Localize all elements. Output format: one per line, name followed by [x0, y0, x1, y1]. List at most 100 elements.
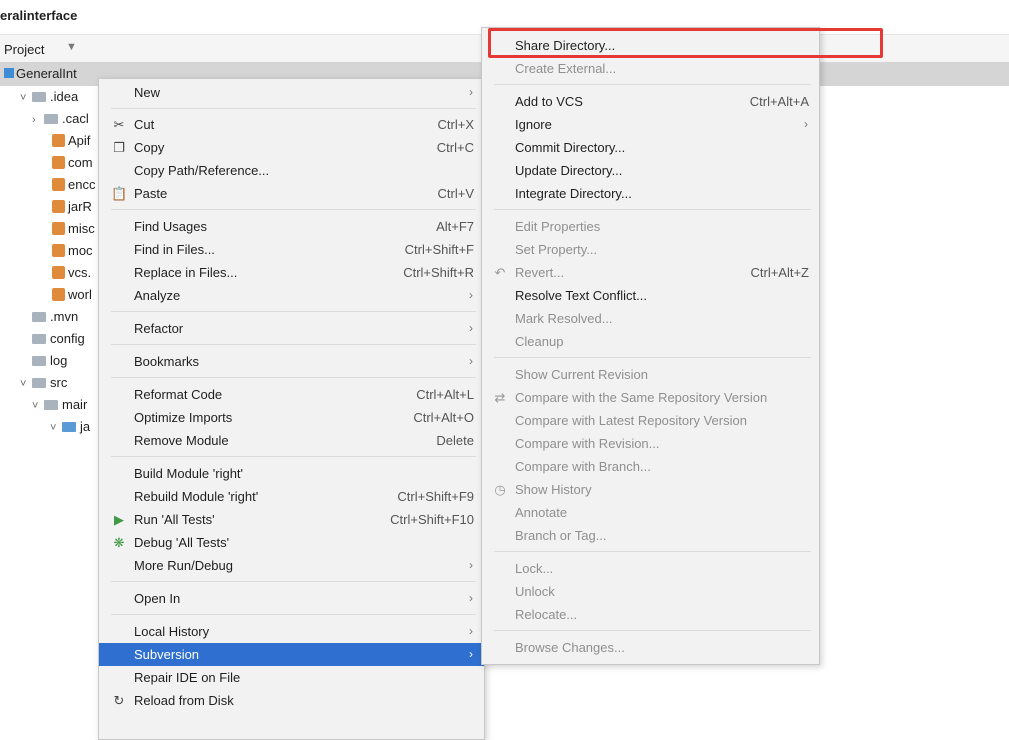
menu-item-label: Local History: [134, 624, 210, 639]
menu-separator: [494, 551, 811, 552]
menu-item-branch-or-tag[interactable]: Branch or Tag...: [482, 524, 819, 547]
menu-item-label: Debug 'All Tests': [134, 535, 230, 550]
menu-item-label: Browse Changes...: [515, 640, 625, 655]
menu-item-resolve-text-conflict[interactable]: Resolve Text Conflict...: [482, 284, 819, 307]
menu-item-add-to-vcs[interactable]: Add to VCS Ctrl+Alt+A: [482, 90, 819, 113]
menu-item-optimize-imports[interactable]: Optimize Imports Ctrl+Alt+O: [99, 406, 484, 429]
tree-item[interactable]: Apif: [52, 130, 90, 152]
menu-item-reformat-code[interactable]: Reformat Code Ctrl+Alt+L: [99, 383, 484, 406]
menu-item-shortcut: Ctrl+Shift+R: [403, 265, 474, 280]
menu-item-bookmarks[interactable]: Bookmarks ›: [99, 350, 484, 373]
tree-item[interactable]: log: [20, 350, 67, 372]
menu-item-edit-properties[interactable]: Edit Properties: [482, 215, 819, 238]
menu-item-show-current-revision[interactable]: Show Current Revision: [482, 363, 819, 386]
tree-item[interactable]: .mvn: [20, 306, 78, 328]
menu-separator: [111, 311, 476, 312]
menu-item-unlock[interactable]: Unlock: [482, 580, 819, 603]
tree-item[interactable]: jarR: [52, 196, 92, 218]
chevron-right-icon: ›: [804, 117, 808, 131]
menu-item-refactor[interactable]: Refactor ›: [99, 317, 484, 340]
tree-item[interactable]: vcs.: [52, 262, 91, 284]
menu-item-debug-all-tests[interactable]: ❋ Debug 'All Tests': [99, 531, 484, 554]
menu-item-compare-with-revision[interactable]: Compare with Revision...: [482, 432, 819, 455]
tree-item[interactable]: encc: [52, 174, 95, 196]
xml-file-icon: [52, 222, 65, 236]
menu-separator: [494, 209, 811, 210]
menu-item-label: Compare with Branch...: [515, 459, 651, 474]
project-view-label[interactable]: Project: [4, 42, 44, 57]
tree-item[interactable]: ˅ mair: [32, 394, 87, 416]
tree-item[interactable]: ˅ ja: [50, 416, 90, 438]
menu-item-rebuild-module[interactable]: Rebuild Module 'right' Ctrl+Shift+F9: [99, 485, 484, 508]
menu-item-ignore[interactable]: Ignore ›: [482, 113, 819, 136]
menu-item-label: Unlock: [515, 584, 555, 599]
menu-item-cut[interactable]: ✂ Cut Ctrl+X: [99, 113, 484, 136]
tree-item-label: Apif: [68, 133, 91, 148]
tree-item[interactable]: moc: [52, 240, 93, 262]
menu-item-revert[interactable]: ↶ Revert... Ctrl+Alt+Z: [482, 261, 819, 284]
menu-item-repair-ide[interactable]: Repair IDE on File: [99, 666, 484, 689]
menu-item-compare-with-branch[interactable]: Compare with Branch...: [482, 455, 819, 478]
menu-item-label: Commit Directory...: [515, 140, 626, 155]
menu-item-local-history[interactable]: Local History ›: [99, 620, 484, 643]
menu-item-label: Resolve Text Conflict...: [515, 288, 647, 303]
tree-item[interactable]: worl: [52, 284, 92, 306]
menu-item-create-external[interactable]: Create External...: [482, 57, 819, 80]
menu-item-label: Ignore: [515, 117, 552, 132]
tree-item[interactable]: misc: [52, 218, 95, 240]
tree-item[interactable]: com: [52, 152, 93, 174]
menu-item-analyze[interactable]: Analyze ›: [99, 284, 484, 307]
tree-item[interactable]: › .cacl: [32, 108, 89, 130]
menu-item-label: Annotate: [515, 505, 568, 520]
menu-item-cleanup[interactable]: Cleanup: [482, 330, 819, 353]
menu-item-label: Analyze: [134, 288, 181, 303]
menu-item-reload-from-disk[interactable]: ↻ Reload from Disk: [99, 689, 484, 712]
window-title: eralinterface: [0, 8, 78, 23]
tree-item[interactable]: config: [20, 328, 85, 350]
menu-item-replace-in-files[interactable]: Replace in Files... Ctrl+Shift+R: [99, 261, 484, 284]
tree-item[interactable]: ˅ src: [20, 372, 67, 394]
menu-item-open-in[interactable]: Open In ›: [99, 587, 484, 610]
menu-item-label: Add to VCS: [515, 94, 583, 109]
menu-item-compare-same-repo-version[interactable]: ⇄ Compare with the Same Repository Versio…: [482, 386, 819, 409]
menu-item-integrate-directory[interactable]: Integrate Directory...: [482, 182, 819, 205]
chevron-right-icon: ›: [32, 114, 36, 126]
menu-item-lock[interactable]: Lock...: [482, 557, 819, 580]
tree-item[interactable]: ˅ .idea: [20, 86, 78, 108]
menu-item-label: Show Current Revision: [515, 367, 648, 382]
menu-item-subversion[interactable]: Subversion ›: [99, 643, 484, 666]
menu-item-more-run-debug[interactable]: More Run/Debug ›: [99, 554, 484, 577]
menu-item-shortcut: Ctrl+Alt+A: [749, 94, 809, 109]
menu-item-label: Bookmarks: [134, 354, 200, 369]
chevron-down-icon: ˅: [32, 400, 39, 412]
folder-icon: [32, 377, 46, 388]
menu-item-show-history[interactable]: ◷ Show History: [482, 478, 819, 501]
menu-item-compare-latest-repo-version[interactable]: Compare with Latest Repository Version: [482, 409, 819, 432]
menu-item-remove-module[interactable]: Remove Module Delete: [99, 429, 484, 452]
menu-item-commit-directory[interactable]: Commit Directory...: [482, 136, 819, 159]
menu-separator: [111, 108, 476, 109]
chevron-down-icon[interactable]: ▼: [66, 41, 77, 53]
menu-item-find-usages[interactable]: Find Usages Alt+F7: [99, 215, 484, 238]
paste-icon: 📋: [111, 186, 128, 201]
menu-item-copy[interactable]: ❐ Copy Ctrl+C: [99, 136, 484, 159]
menu-item-shortcut: Ctrl+Alt+O: [413, 410, 474, 425]
folder-icon: [32, 355, 46, 366]
chevron-right-icon: ›: [469, 647, 473, 661]
folder-icon: [32, 311, 46, 322]
menu-item-find-in-files[interactable]: Find in Files... Ctrl+Shift+F: [99, 238, 484, 261]
menu-item-new[interactable]: New ›: [99, 81, 484, 104]
menu-item-browse-changes[interactable]: Browse Changes...: [482, 636, 819, 659]
menu-item-mark-resolved[interactable]: Mark Resolved...: [482, 307, 819, 330]
menu-item-annotate[interactable]: Annotate: [482, 501, 819, 524]
menu-item-paste[interactable]: 📋 Paste Ctrl+V: [99, 182, 484, 205]
menu-item-set-property[interactable]: Set Property...: [482, 238, 819, 261]
menu-item-relocate[interactable]: Relocate...: [482, 603, 819, 626]
menu-item-label: Replace in Files...: [134, 265, 238, 280]
menu-item-update-directory[interactable]: Update Directory...: [482, 159, 819, 182]
menu-item-build-module[interactable]: Build Module 'right': [99, 462, 484, 485]
xml-file-icon: [52, 288, 65, 302]
menu-item-copy-path[interactable]: Copy Path/Reference...: [99, 159, 484, 182]
menu-item-run-all-tests[interactable]: ▶ Run 'All Tests' Ctrl+Shift+F10: [99, 508, 484, 531]
menu-item-label: Find Usages: [134, 219, 207, 234]
